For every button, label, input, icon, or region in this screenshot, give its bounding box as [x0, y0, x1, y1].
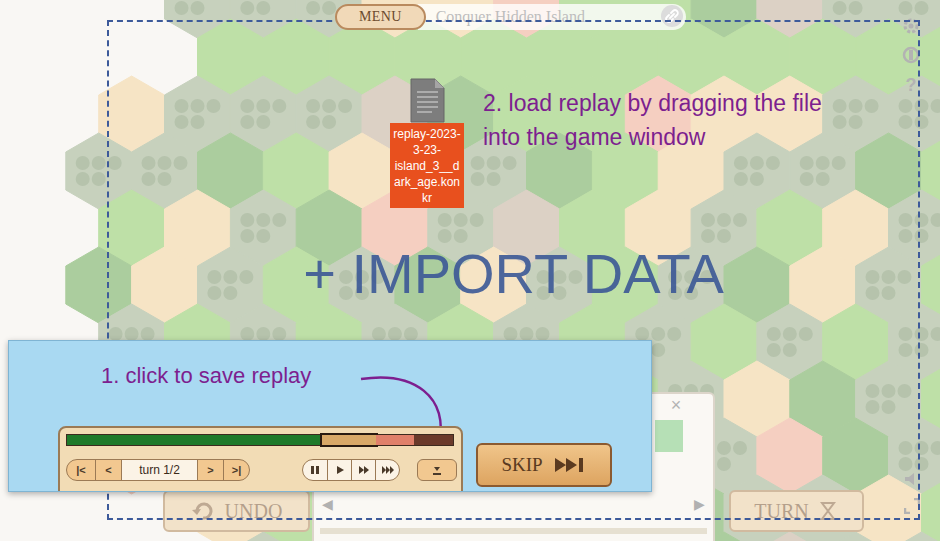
hint-load: 2. load replay by dragging the file into… — [483, 86, 863, 154]
skip-label: SKIP — [501, 451, 542, 480]
progress-segment[interactable] — [376, 435, 415, 445]
file-name: replay-2023-3-23-island_3__dark_age.konk… — [393, 126, 461, 206]
nav-button[interactable]: |< — [67, 460, 95, 480]
fastest-forward-icon[interactable] — [375, 460, 399, 480]
game-screen: MENU Conquer Hidden Island ? UNDO TURN ×… — [0, 0, 940, 541]
save-replay-button[interactable] — [417, 459, 457, 481]
turn-navigation: |<<turn 1/2>>| — [66, 459, 250, 481]
progress-segment[interactable] — [67, 435, 322, 445]
play-icon[interactable] — [327, 460, 351, 480]
import-label: + IMPORT DATA — [303, 246, 724, 302]
hint-save: 1. click to save replay — [101, 361, 311, 391]
download-icon — [431, 464, 443, 476]
replay-controls: |<<turn 1/2>>| — [58, 426, 463, 492]
dragged-file[interactable]: replay-2023-3-23-island_3__dark_age.konk… — [390, 78, 464, 208]
control-row: |<<turn 1/2>>| — [66, 459, 457, 481]
playback-buttons — [302, 459, 400, 481]
pause-icon[interactable] — [303, 460, 327, 480]
skip-button[interactable]: SKIP — [476, 443, 612, 487]
nav-button[interactable]: > — [197, 460, 223, 480]
document-icon — [408, 78, 446, 123]
turn-indicator: turn 1/2 — [121, 460, 197, 480]
skip-end-icon — [553, 456, 587, 474]
fast-forward-icon[interactable] — [351, 460, 375, 480]
replay-progress[interactable] — [66, 434, 454, 446]
progress-segment[interactable] — [322, 435, 376, 445]
tutorial-panel: 1. click to save replay |<<turn 1/2>>| S… — [8, 340, 652, 492]
nav-button[interactable]: >| — [223, 460, 249, 480]
menu-button[interactable]: MENU — [335, 4, 426, 30]
progress-segment[interactable] — [414, 435, 453, 445]
file-label: replay-2023-3-23-island_3__dark_age.konk… — [390, 123, 464, 208]
nav-button[interactable]: < — [95, 460, 121, 480]
